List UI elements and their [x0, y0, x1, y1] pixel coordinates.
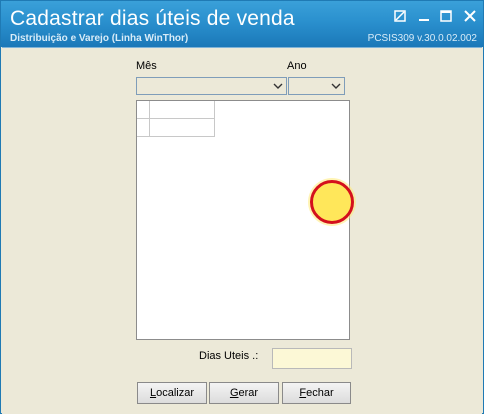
fechar-label: echar — [306, 387, 334, 399]
app-window: Cadastrar dias úteis de venda Distribuiç… — [0, 0, 484, 414]
window-title: Cadastrar dias úteis de venda — [10, 7, 295, 30]
mes-label: Mês — [136, 60, 157, 72]
mes-select[interactable] — [136, 77, 287, 95]
dias-uteis-label: Dias Uteis .: — [199, 350, 259, 362]
fechar-mnemonic: F — [299, 387, 307, 399]
dias-uteis-field[interactable] — [272, 348, 352, 369]
form-body: Mês Ano Dias Uteis .: L ocalizar G erar … — [2, 47, 482, 414]
close-icon[interactable] — [463, 9, 477, 23]
gerar-mnemonic: G — [229, 387, 239, 399]
restore-icon[interactable] — [393, 9, 407, 23]
gerar-label: erar — [238, 387, 259, 399]
localizar-label: ocalizar — [156, 387, 195, 399]
localizar-button[interactable]: Localizar — [137, 382, 207, 404]
window-subtitle: Distribuição e Varejo (Linha WinThor) — [10, 33, 189, 44]
dias-grid[interactable] — [136, 100, 350, 340]
title-bar[interactable]: Cadastrar dias úteis de venda Distribuiç… — [1, 1, 483, 47]
maximize-icon[interactable] — [439, 9, 453, 23]
chevron-down-icon[interactable] — [271, 79, 285, 93]
chevron-down-icon[interactable] — [329, 79, 343, 93]
version-label: PCSIS309 v.30.0.02.002 — [367, 33, 477, 44]
gerar-button[interactable]: Gerar — [209, 382, 279, 404]
minimize-icon[interactable] — [417, 9, 431, 23]
grid-cells — [137, 101, 215, 137]
ano-select[interactable] — [288, 77, 345, 95]
click-highlight — [310, 180, 354, 224]
ano-label: Ano — [287, 60, 307, 72]
fechar-button[interactable]: Fechar — [282, 382, 351, 404]
